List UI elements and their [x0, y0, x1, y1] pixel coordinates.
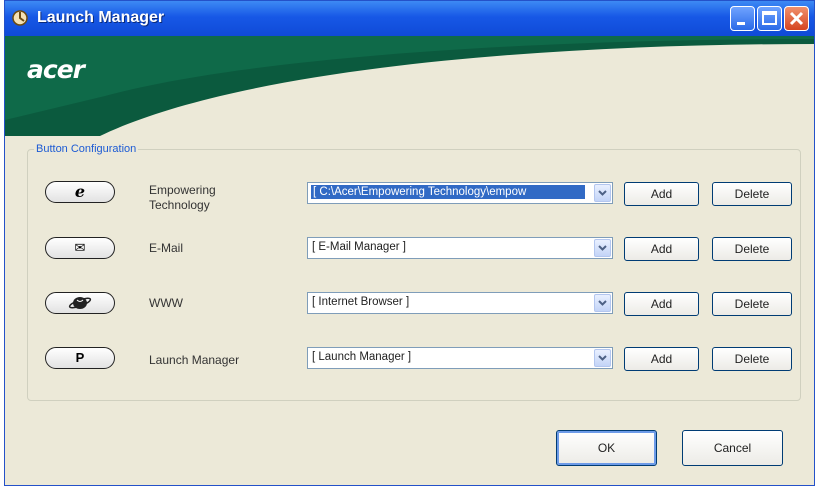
add-button[interactable]: Add	[624, 347, 699, 371]
launch-manager-button[interactable]: P	[45, 347, 115, 369]
row-label-www: WWW	[149, 296, 183, 310]
combo-value: [ E-Mail Manager ]	[312, 241, 406, 253]
chevron-down-icon[interactable]	[594, 294, 611, 312]
email-button[interactable]: ✉	[45, 237, 115, 259]
delete-button[interactable]: Delete	[712, 292, 792, 316]
empowering-combo[interactable]: [ C:\Acer\Empowering Technology\empow	[307, 182, 613, 204]
ok-button[interactable]: OK	[556, 430, 657, 466]
www-combo[interactable]: [ Internet Browser ]	[307, 292, 613, 314]
brand-banner	[5, 36, 814, 136]
maximize-button[interactable]	[757, 6, 782, 31]
add-button[interactable]: Add	[624, 292, 699, 316]
acer-logo: acer	[27, 55, 85, 84]
globe-icon	[68, 297, 92, 309]
p-icon: P	[75, 350, 85, 365]
row-label-email: E-Mail	[149, 241, 184, 255]
delete-button[interactable]: Delete	[712, 237, 792, 261]
empowering-button[interactable]: e	[45, 181, 115, 203]
app-icon	[12, 10, 28, 26]
e-icon: e	[74, 182, 86, 201]
combo-value: [ Internet Browser ]	[312, 296, 410, 308]
title-bar[interactable]: Launch Manager	[5, 1, 814, 36]
add-button[interactable]: Add	[624, 182, 699, 206]
close-icon	[789, 11, 804, 26]
maximize-icon	[762, 11, 777, 25]
delete-button[interactable]: Delete	[712, 182, 792, 206]
close-button[interactable]	[784, 6, 809, 31]
chevron-down-icon[interactable]	[594, 184, 611, 202]
mail-icon: ✉	[74, 240, 86, 255]
www-button[interactable]	[45, 292, 115, 314]
minimize-button[interactable]	[730, 6, 755, 31]
row-label-launch-manager: Launch Manager	[149, 353, 240, 367]
combo-value: [ C:\Acer\Empowering Technology\empow	[311, 185, 585, 199]
chevron-down-icon[interactable]	[594, 349, 611, 367]
minimize-icon	[737, 22, 745, 25]
launch-manager-window: Launch Manager acer Button Configuration…	[4, 0, 815, 486]
window-title: Launch Manager	[37, 9, 165, 26]
add-button[interactable]: Add	[624, 237, 699, 261]
group-caption: Button Configuration	[36, 143, 137, 155]
delete-button[interactable]: Delete	[712, 347, 792, 371]
row-label-empowering: Empowering Technology	[149, 183, 216, 212]
chevron-down-icon[interactable]	[594, 239, 611, 257]
cancel-button[interactable]: Cancel	[682, 430, 783, 466]
email-combo[interactable]: [ E-Mail Manager ]	[307, 237, 613, 259]
launch-manager-combo[interactable]: [ Launch Manager ]	[307, 347, 613, 369]
combo-value: [ Launch Manager ]	[312, 351, 412, 363]
